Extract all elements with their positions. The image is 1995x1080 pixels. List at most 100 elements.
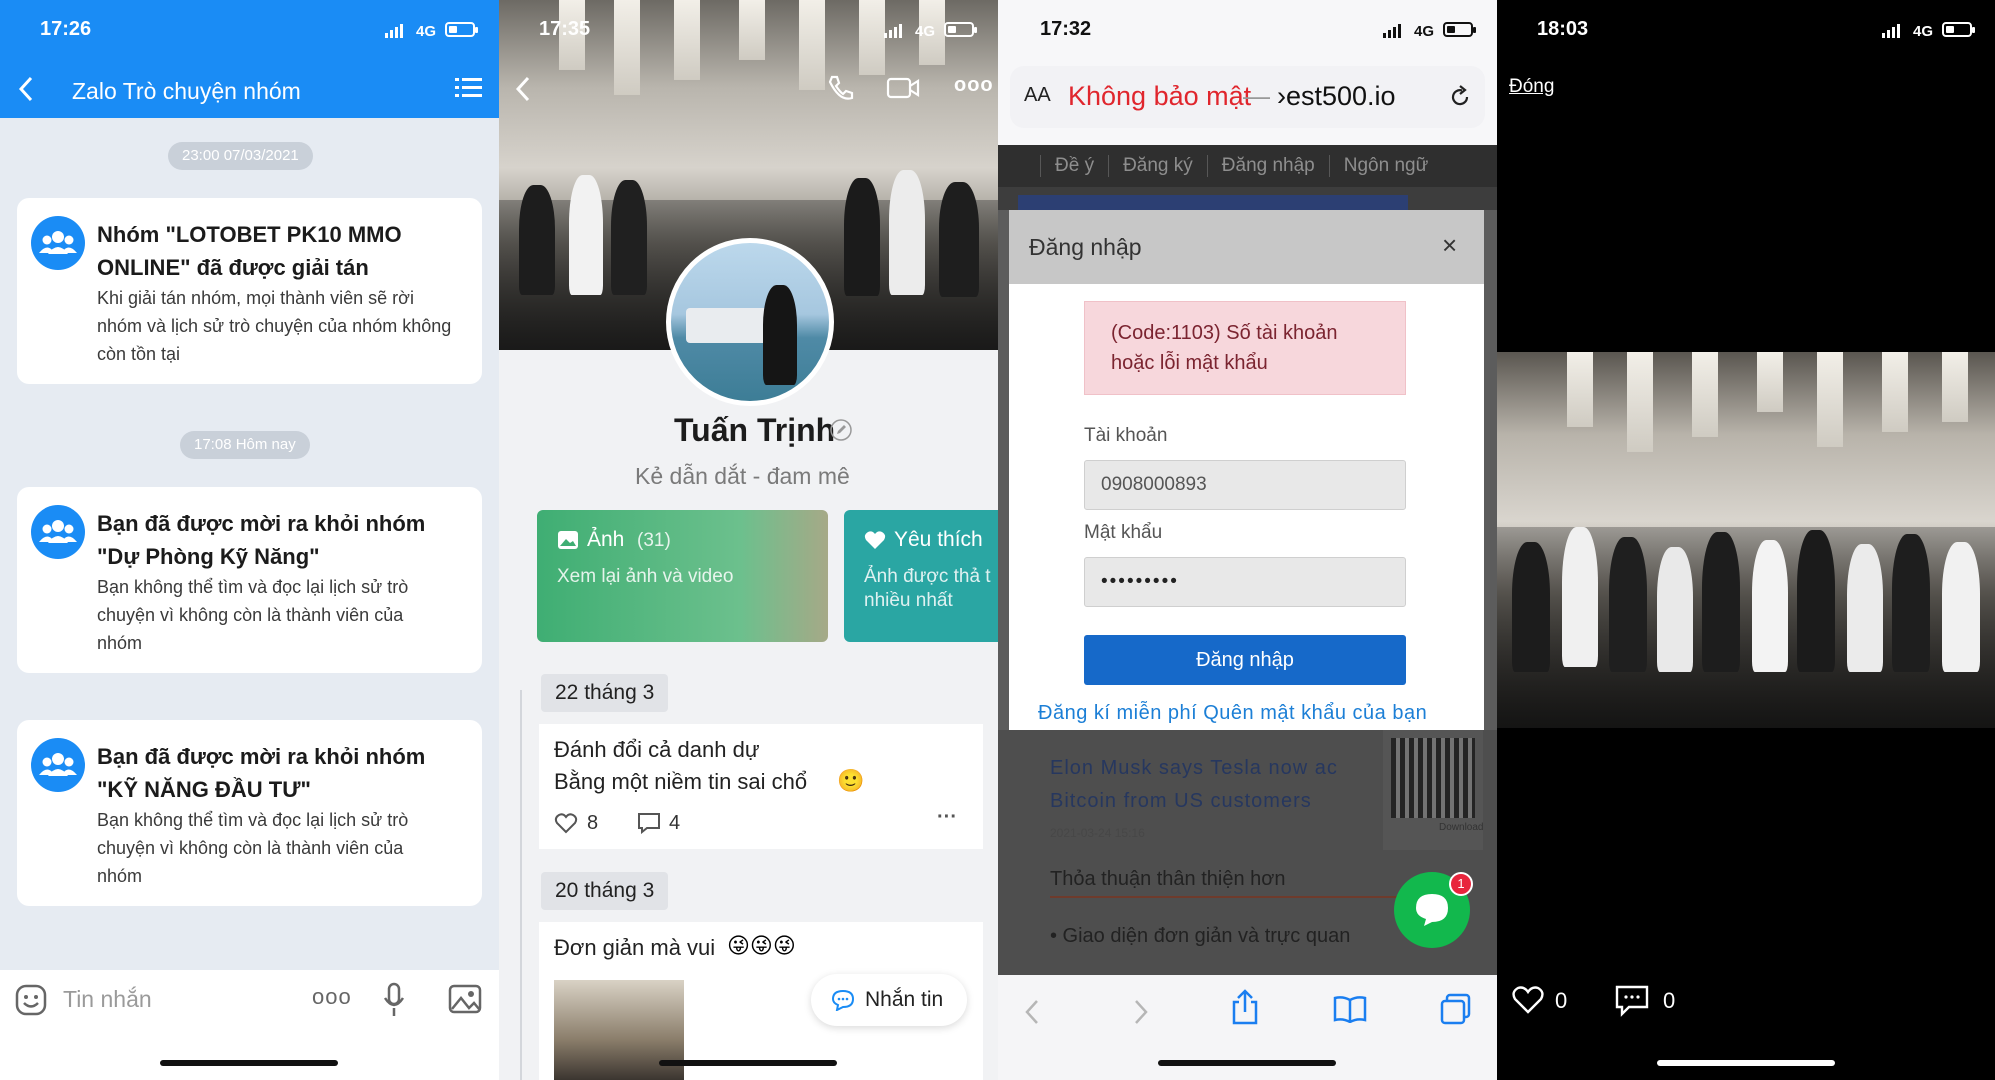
person bbox=[1512, 542, 1550, 672]
post-more-icon[interactable]: ··· bbox=[937, 806, 957, 829]
message-button[interactable]: Nhắn tin bbox=[811, 974, 967, 1026]
safari-login-screen: 17:32 4G AA Không bảo mật — ›est500.io Đ… bbox=[998, 0, 1497, 1080]
register-forgot-links[interactable]: Đăng kí miễn phí Quên mật khẩu của bạn bbox=[1038, 702, 1427, 725]
comment-icon[interactable] bbox=[1615, 985, 1649, 1017]
tabs-icon[interactable] bbox=[1440, 993, 1472, 1025]
status-time: 17:32 bbox=[1040, 18, 1092, 40]
microphone-icon[interactable] bbox=[382, 982, 406, 1018]
phone-icon[interactable] bbox=[826, 74, 854, 102]
password-input[interactable]: ••••••••• bbox=[1084, 557, 1406, 607]
battery-icon bbox=[1443, 22, 1476, 37]
message-title: Nhóm "LOTOBET PK10 MMO ONLINE" đã được g… bbox=[97, 222, 402, 280]
person bbox=[1752, 540, 1788, 672]
post-text: Đơn giản mà vui bbox=[554, 935, 716, 960]
group-icon bbox=[31, 216, 85, 270]
comment-icon[interactable] bbox=[637, 812, 661, 834]
back-arrow-icon[interactable] bbox=[18, 76, 34, 102]
message-title: Bạn đã được mời ra khỏi nhóm "KỸ NĂNG ĐẦ… bbox=[97, 744, 426, 802]
battery-icon bbox=[1942, 22, 1975, 37]
nav-item[interactable]: Đăng ký bbox=[1108, 155, 1207, 177]
reload-icon[interactable] bbox=[1448, 85, 1472, 109]
profile-avatar[interactable] bbox=[666, 238, 834, 406]
home-indicator bbox=[160, 1060, 338, 1066]
login-button[interactable]: Đăng nhập bbox=[1084, 635, 1406, 685]
person bbox=[1942, 542, 1980, 672]
comment-count: 0 bbox=[1663, 988, 1676, 1013]
like-count: 8 bbox=[587, 812, 599, 834]
nav-item[interactable]: Đề ý bbox=[1040, 155, 1108, 177]
news-headline[interactable]: Elon Musk says Tesla now ac bbox=[1050, 757, 1338, 780]
like-icon[interactable] bbox=[1511, 985, 1545, 1015]
close-icon[interactable]: × bbox=[1442, 230, 1457, 261]
address-bar[interactable]: AA Không bảo mật — ›est500.io bbox=[1010, 66, 1485, 128]
likes-subtitle: Ảnh được thả t bbox=[864, 566, 991, 587]
url-domain: ›est500.io bbox=[1277, 81, 1396, 111]
password-label: Mật khẩu bbox=[1084, 522, 1163, 543]
photos-tile[interactable]: Ảnh (31) Xem lại ảnh và video bbox=[537, 510, 828, 642]
login-modal: Đăng nhập × (Code:1103) Số tài khoản hoặ… bbox=[1009, 210, 1484, 730]
close-button[interactable]: Đóng bbox=[1509, 76, 1554, 98]
group-icon bbox=[31, 738, 85, 792]
person bbox=[844, 178, 880, 296]
back-arrow-icon[interactable] bbox=[1024, 999, 1040, 1025]
home-indicator bbox=[1158, 1060, 1336, 1066]
more-options-icon[interactable]: ooo bbox=[312, 984, 352, 1010]
zalo-header: 17:26 4G Zalo Trò chuyện nhóm bbox=[0, 0, 499, 118]
zalo-profile-screen: 17:35 4G ooo Tuấn Trịnh Kẻ dẫn dắt - đam… bbox=[499, 0, 998, 1080]
post-emoji: 😜😜😜 bbox=[727, 933, 796, 958]
timestamp-pill: 23:00 07/03/2021 bbox=[168, 142, 313, 170]
ceiling-lamp bbox=[1627, 352, 1653, 452]
notification-badge: 1 bbox=[1449, 872, 1473, 896]
video-call-icon[interactable] bbox=[886, 76, 920, 100]
battery-icon bbox=[944, 22, 977, 37]
back-arrow-icon[interactable] bbox=[515, 76, 531, 102]
timeline-date: 22 tháng 3 bbox=[541, 674, 669, 712]
error-message: (Code:1103) Số tài khoản hoặc lỗi mật kh… bbox=[1084, 301, 1406, 395]
modal-header: Đăng nhập × bbox=[1009, 210, 1484, 284]
error-line: (Code:1103) Số tài khoản bbox=[1111, 322, 1338, 344]
message-body: Bạn không thể tìm và đọc lại lịch sử trò… bbox=[97, 577, 409, 653]
nav-item[interactable]: Ngôn ngữ bbox=[1328, 155, 1443, 177]
timestamp-pill: 17:08 Hôm nay bbox=[180, 431, 310, 459]
person bbox=[1797, 530, 1835, 672]
likes-tile[interactable]: Yêu thích Ảnh được thả t nhiều nhất bbox=[844, 510, 998, 642]
not-secure-warning: Không bảo mật bbox=[1068, 81, 1252, 111]
message-body: Khi giải tán nhóm, mọi thành viên sẽ rời… bbox=[97, 288, 452, 364]
network-label: 4G bbox=[1414, 23, 1435, 40]
ceiling-lamp bbox=[1692, 352, 1718, 437]
ceiling-lamp bbox=[1567, 352, 1593, 427]
ceiling-lamp bbox=[739, 0, 765, 60]
account-input[interactable]: 0908000893 bbox=[1084, 460, 1406, 510]
system-message-card: Bạn đã được mời ra khỏi nhóm "Dự Phòng K… bbox=[17, 487, 482, 673]
chat-bubble-button[interactable]: 1 bbox=[1394, 872, 1473, 948]
person bbox=[1702, 532, 1740, 672]
site-nav-bar: Đề ý Đăng ký Đăng nhập Ngôn ngữ bbox=[998, 145, 1497, 187]
nav-item[interactable]: Đăng nhập bbox=[1206, 155, 1329, 177]
person bbox=[569, 175, 603, 295]
post-card[interactable]: Đánh đổi cả danh dự Bằng một niềm tin sa… bbox=[539, 724, 983, 849]
photos-subtitle: Xem lại ảnh và video bbox=[557, 566, 734, 587]
image-icon[interactable] bbox=[448, 984, 482, 1014]
message-body: Bạn không thể tìm và đọc lại lịch sử trò… bbox=[97, 810, 409, 886]
person bbox=[519, 185, 555, 295]
edit-icon[interactable] bbox=[829, 418, 853, 442]
bookmarks-icon[interactable] bbox=[1333, 995, 1367, 1023]
more-options-icon[interactable]: ooo bbox=[954, 74, 994, 97]
qr-caption: Download bbox=[1439, 822, 1484, 833]
like-icon[interactable] bbox=[554, 812, 578, 834]
news-headline[interactable]: Bitcoin from US customers bbox=[1050, 790, 1312, 813]
person bbox=[763, 285, 797, 385]
text-size-button[interactable]: AA bbox=[1024, 84, 1051, 107]
ceiling-lamp bbox=[614, 0, 640, 95]
photo-icon bbox=[558, 531, 578, 549]
message-input[interactable]: Tin nhắn bbox=[63, 986, 152, 1013]
person bbox=[1657, 547, 1693, 672]
news-date: 2021-03-24 15:16 bbox=[1050, 826, 1145, 840]
section-title: Thỏa thuận thân thiện hơn bbox=[1050, 868, 1286, 890]
menu-list-icon[interactable] bbox=[455, 77, 483, 99]
share-icon[interactable] bbox=[1230, 989, 1260, 1025]
post-emoji: 🙂 bbox=[837, 768, 865, 793]
forward-arrow-icon[interactable] bbox=[1133, 999, 1149, 1025]
group-photo[interactable] bbox=[1497, 352, 1995, 728]
sticker-icon[interactable] bbox=[15, 984, 47, 1016]
